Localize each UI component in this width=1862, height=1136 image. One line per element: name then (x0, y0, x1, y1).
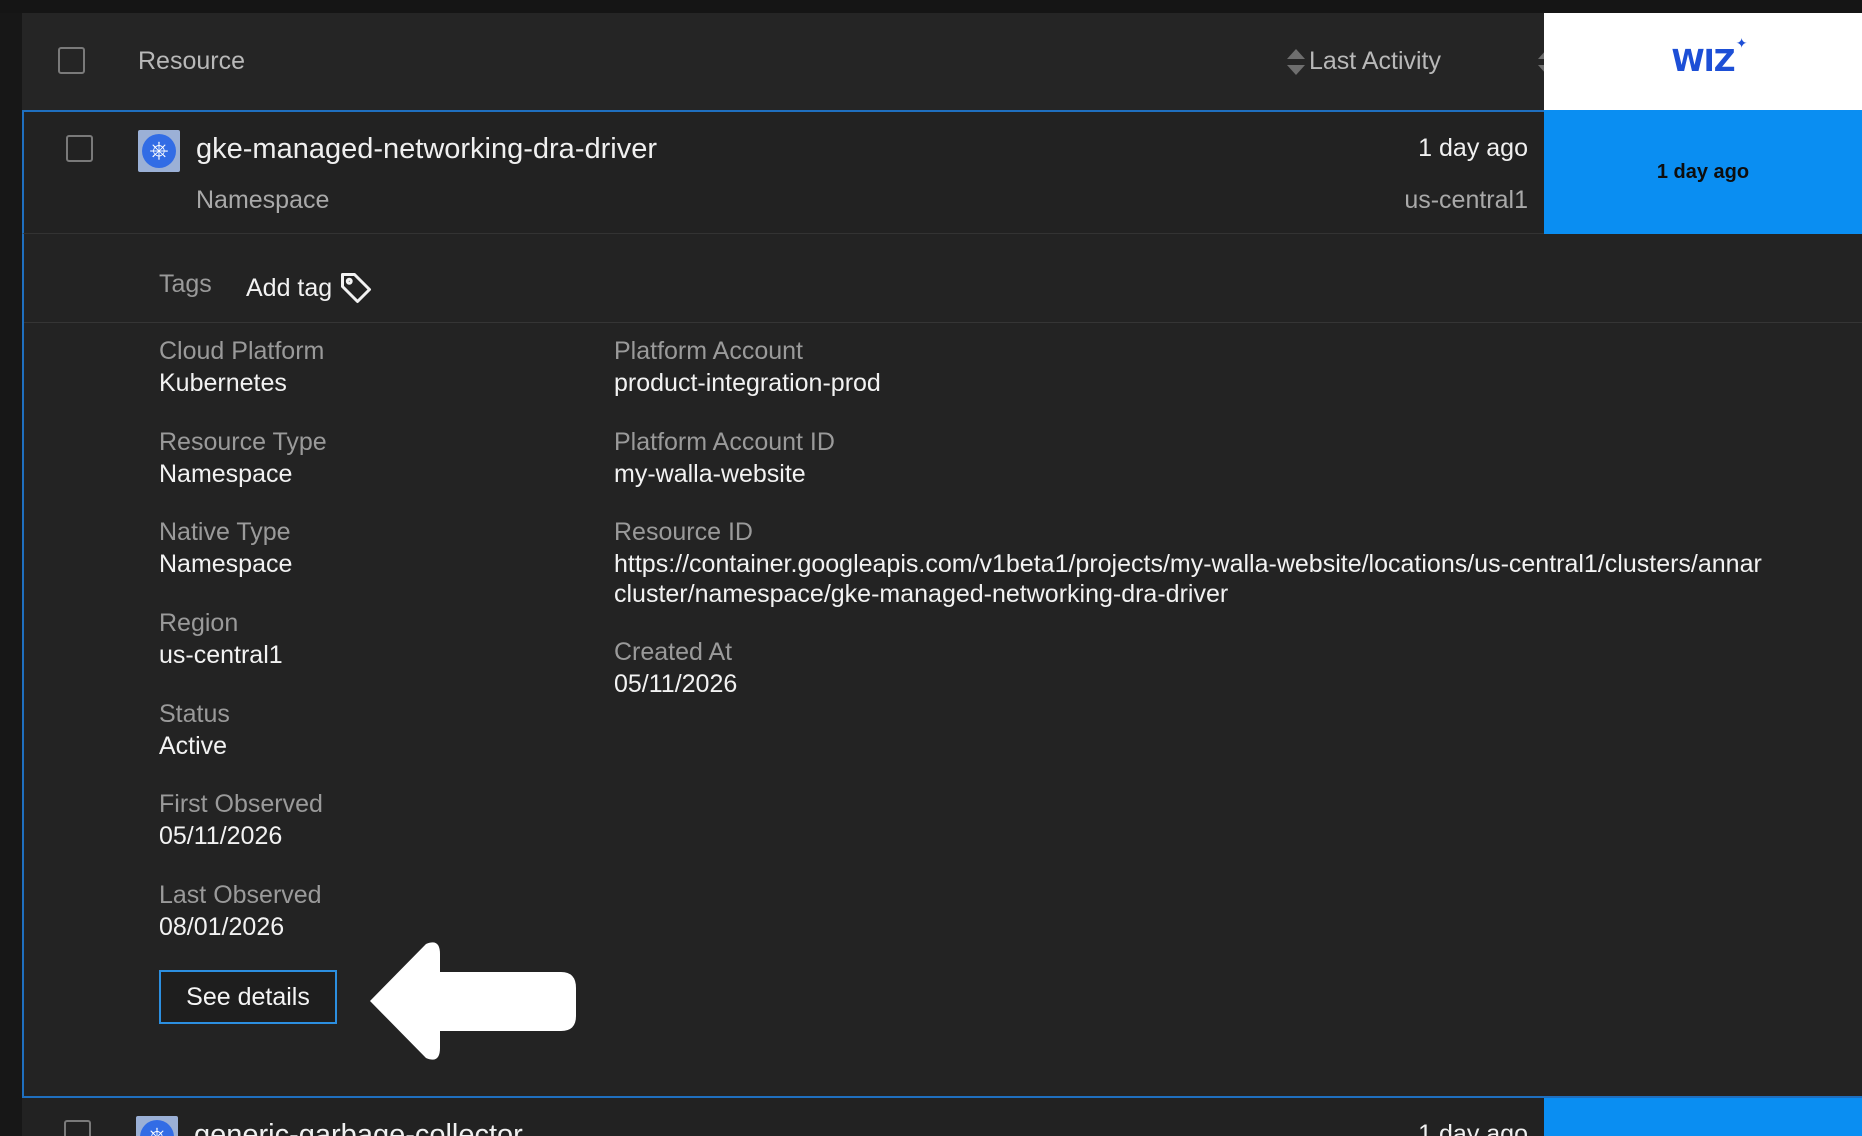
wiz-logo: WIZ ✦ (1671, 36, 1747, 79)
add-tag-button[interactable]: Add tag (246, 270, 374, 306)
platform-account-value: product-integration-prod (614, 369, 881, 397)
see-details-button[interactable]: See details (159, 970, 337, 1024)
resource-id-label: Resource ID (614, 518, 753, 546)
first-observed-label: First Observed (159, 790, 323, 818)
select-all-checkbox[interactable] (58, 47, 85, 74)
wiz-column-header: WIZ ✦ (1544, 13, 1862, 110)
last-activity-value: 1 day ago (1418, 134, 1528, 162)
last-activity-value: 1 day ago (1418, 1120, 1528, 1136)
platform-account-id-value: my-walla-website (614, 460, 806, 488)
status-value: Active (159, 732, 228, 760)
wiz-last-activity-cell (1544, 1098, 1862, 1136)
native-type-value: Namespace (159, 550, 293, 578)
cloud-platform-label: Cloud Platform (159, 337, 325, 365)
top-strip (0, 0, 1862, 13)
platform-account-label: Platform Account (614, 337, 803, 365)
resource-type: Namespace (196, 186, 330, 214)
region-value: us-central1 (1404, 186, 1528, 214)
row-checkbox[interactable] (64, 1120, 91, 1136)
last-activity-column-header[interactable]: Last Activity (1309, 47, 1441, 76)
wiz-last-activity-cell: 1 day ago (1544, 110, 1862, 234)
table-header: Resource Last Activity (22, 13, 1556, 110)
created-at-label: Created At (614, 638, 733, 666)
last-observed-label: Last Observed (159, 881, 322, 909)
resource-details-panel: Tags Add tag Cloud Platform Kubernetes R… (22, 234, 1862, 1098)
kubernetes-icon: ⎈ (136, 1116, 178, 1136)
resource-type-value: Namespace (159, 460, 293, 488)
resource-name[interactable]: gke-managed-networking-dra-driver (196, 133, 657, 166)
created-at-value: 05/11/2026 (614, 670, 738, 698)
resource-sort-icon[interactable] (1287, 49, 1305, 75)
sparkle-icon: ✦ (1735, 36, 1748, 52)
region-detail-value: us-central1 (159, 641, 283, 669)
resource-name[interactable]: generic-garbage-collector (194, 1119, 523, 1136)
last-observed-value: 08/01/2026 (159, 913, 285, 941)
tag-icon (341, 273, 372, 303)
wiz-last-activity-value: 1 day ago (1656, 160, 1750, 183)
arrow-pointer-icon (370, 942, 576, 1060)
tags-row: Tags Add tag (24, 234, 1862, 323)
resource-table: Resource Last Activity WIZ ✦ ⎈ gke-manage… (0, 0, 1862, 1136)
table-row-selected[interactable]: ⎈ gke-managed-networking-dra-driver Name… (22, 110, 1544, 234)
resource-id-value: https://container.googleapis.com/v1beta1… (614, 550, 1762, 608)
region-label: Region (159, 609, 239, 637)
add-tag-label: Add tag (246, 273, 333, 302)
row-checkbox[interactable] (66, 135, 93, 162)
platform-account-id-label: Platform Account ID (614, 428, 835, 456)
resource-type-label: Resource Type (159, 428, 327, 456)
kubernetes-icon: ⎈ (138, 130, 180, 172)
status-label: Status (159, 700, 230, 728)
resource-column-header[interactable]: Resource (138, 47, 245, 76)
native-type-label: Native Type (159, 518, 291, 546)
tags-label: Tags (159, 270, 212, 298)
cloud-platform-value: Kubernetes (159, 369, 287, 397)
first-observed-value: 05/11/2026 (159, 822, 283, 850)
table-row[interactable]: ⎈ generic-garbage-collector 1 day ago (22, 1098, 1544, 1136)
